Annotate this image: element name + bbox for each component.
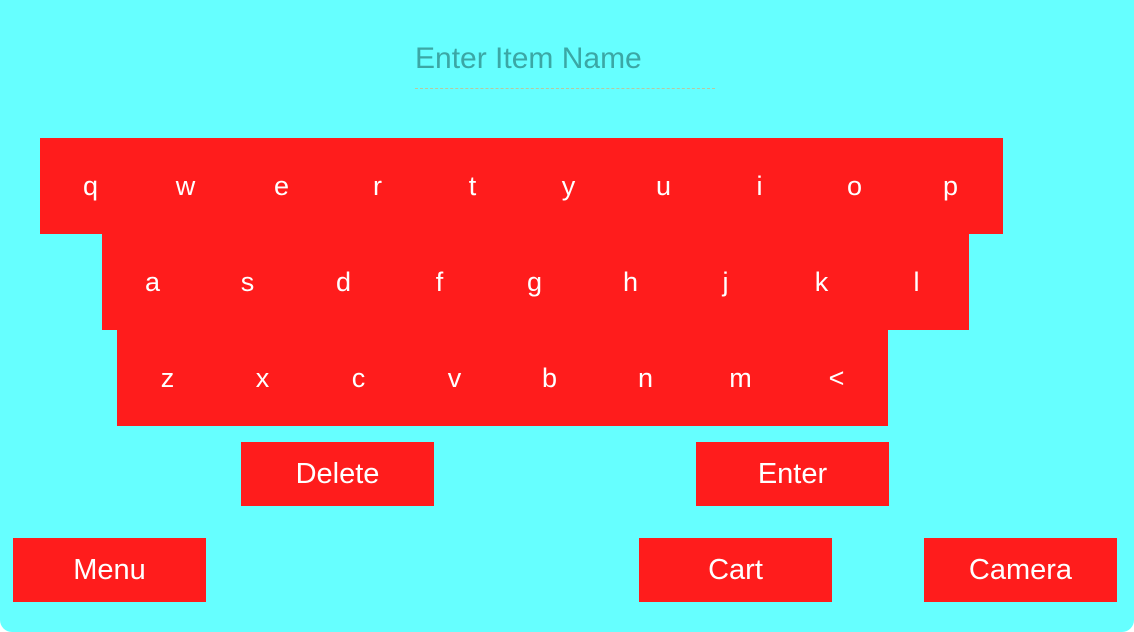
- key-backspace[interactable]: <: [789, 330, 884, 426]
- key-h[interactable]: h: [583, 234, 678, 330]
- key-n[interactable]: n: [598, 330, 693, 426]
- keyboard-row-2: a s d f g h j k l: [102, 234, 969, 330]
- key-b[interactable]: b: [502, 330, 597, 426]
- key-y[interactable]: y: [521, 138, 616, 234]
- key-f[interactable]: f: [392, 234, 487, 330]
- delete-button[interactable]: Delete: [241, 442, 434, 506]
- keyboard-row-3: z x c v b n m <: [117, 330, 888, 426]
- camera-button[interactable]: Camera: [924, 538, 1117, 602]
- key-t[interactable]: t: [425, 138, 520, 234]
- key-m[interactable]: m: [693, 330, 788, 426]
- key-o[interactable]: o: [807, 138, 902, 234]
- key-r[interactable]: r: [330, 138, 425, 234]
- keyboard-row-1: q w e r t y u i o p: [40, 138, 1003, 234]
- key-a[interactable]: a: [105, 234, 200, 330]
- cart-button[interactable]: Cart: [639, 538, 832, 602]
- key-p[interactable]: p: [903, 138, 998, 234]
- key-q[interactable]: q: [43, 138, 138, 234]
- menu-button[interactable]: Menu: [13, 538, 206, 602]
- key-z[interactable]: z: [120, 330, 215, 426]
- key-u[interactable]: u: [616, 138, 711, 234]
- enter-button[interactable]: Enter: [696, 442, 889, 506]
- key-k[interactable]: k: [774, 234, 869, 330]
- key-s[interactable]: s: [200, 234, 295, 330]
- item-name-field: [415, 30, 715, 90]
- key-i[interactable]: i: [712, 138, 807, 234]
- key-j[interactable]: j: [678, 234, 773, 330]
- app-screen: q w e r t y u i o p a s d f g h j k l z …: [0, 0, 1134, 632]
- key-g[interactable]: g: [487, 234, 582, 330]
- item-name-input[interactable]: [415, 30, 715, 89]
- key-l[interactable]: l: [869, 234, 964, 330]
- key-c[interactable]: c: [311, 330, 406, 426]
- key-x[interactable]: x: [215, 330, 310, 426]
- key-w[interactable]: w: [138, 138, 233, 234]
- key-d[interactable]: d: [296, 234, 391, 330]
- key-v[interactable]: v: [407, 330, 502, 426]
- key-e[interactable]: e: [234, 138, 329, 234]
